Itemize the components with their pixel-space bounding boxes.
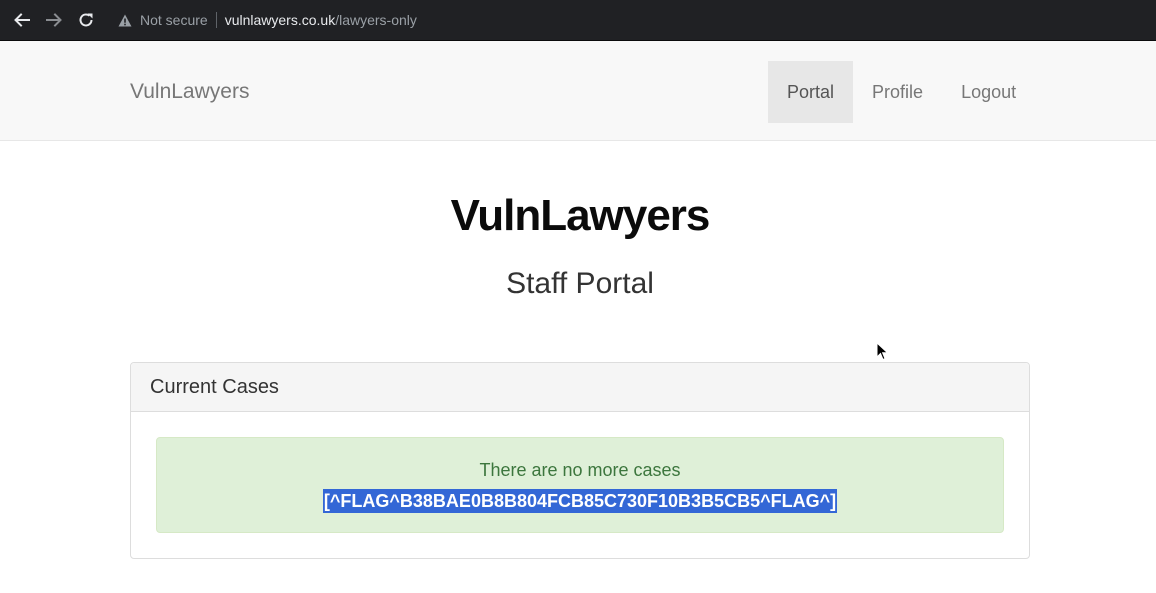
reload-button[interactable] [74, 8, 98, 32]
mouse-cursor-icon [876, 341, 890, 367]
back-button[interactable] [10, 8, 34, 32]
url-domain: vulnlawyers.co.uk [224, 12, 336, 28]
alert-message: There are no more cases [479, 460, 681, 480]
back-arrow-icon [14, 13, 30, 27]
address-bar[interactable]: Not secure vulnlawyers.co.uk /lawyers-on… [106, 4, 1146, 36]
warning-icon[interactable] [118, 14, 132, 27]
nav-link-profile[interactable]: Profile [853, 61, 942, 123]
forward-button[interactable] [42, 8, 66, 32]
url-path: /lawyers-only [335, 12, 417, 28]
forward-arrow-icon [46, 13, 62, 27]
page-subtitle: Staff Portal [506, 267, 654, 300]
nav-link-logout[interactable]: Logout [942, 61, 1035, 123]
nav-link-portal[interactable]: Portal [768, 61, 854, 123]
page-title: VulnLawyers [450, 191, 711, 240]
site-navbar: VulnLawyers Portal Profile Logout [0, 41, 1156, 141]
reload-icon [79, 13, 93, 27]
flag-text[interactable]: [^FLAG^B38BAE0B8B804FCB85C730F10B3B5CB5^… [322, 489, 838, 513]
nav-links: Portal Profile Logout [768, 61, 1035, 123]
success-alert: There are no more cases [^FLAG^B38BAE0B8… [156, 437, 1004, 533]
security-status[interactable]: Not secure [140, 12, 208, 28]
navbar-brand[interactable]: VulnLawyers [130, 80, 249, 104]
current-cases-panel: Current Cases There are no more cases [^… [130, 362, 1030, 559]
omnibox-separator [215, 12, 217, 28]
browser-toolbar: Not secure vulnlawyers.co.uk /lawyers-on… [0, 0, 1156, 41]
panel-heading: Current Cases [131, 363, 1029, 412]
